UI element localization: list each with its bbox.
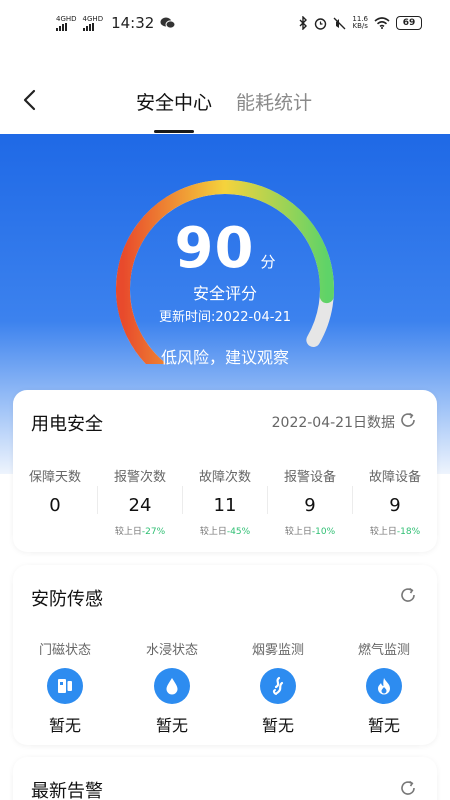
score-display: 90 分	[0, 216, 450, 281]
stat-value: 0	[49, 495, 61, 516]
stat-alarm-count: 报警次数 24 较上日-27%	[98, 466, 182, 537]
clock: 14:32	[111, 14, 155, 32]
sensor-door[interactable]: 门磁状态 暂无	[15, 639, 115, 736]
stat-fault-count: 故障次数 11 较上日-45%	[183, 466, 267, 537]
update-time: 更新时间:2022-04-21	[159, 310, 291, 325]
sensor-status: 暂无	[155, 716, 188, 735]
security-sensor-card: 安防传感 门磁状态 暂无 水浸状态 暂无 烟雾监测 暂无 燃气监测 暂无	[13, 565, 437, 745]
mute-icon	[333, 17, 346, 29]
battery-icon: 69	[396, 16, 422, 30]
compare-prefix: 较上日	[284, 527, 312, 537]
stat-value: 11	[213, 495, 237, 516]
stat-label: 保障天数	[28, 470, 81, 485]
compare-prefix: 较上日	[369, 527, 397, 537]
stat-compare: 较上日-18%	[353, 524, 437, 537]
status-left: 4GHD 4GHD 14:32	[56, 14, 176, 32]
status-bar: 4GHD 4GHD 14:32 11.6 KB/s 69	[0, 0, 450, 46]
nav-bar: 安全中心 能耗统计	[0, 72, 450, 133]
water-drop-icon	[154, 668, 190, 704]
compare-prefix: 较上日	[114, 527, 142, 537]
stat-compare: 较上日-45%	[183, 524, 267, 537]
bluetooth-icon	[299, 16, 308, 30]
stat-value: 9	[304, 495, 316, 516]
sensor-gas[interactable]: 燃气监测 暂无	[334, 639, 434, 736]
stat-label: 故障设备	[368, 470, 421, 485]
sensor-label: 烟雾监测	[251, 643, 304, 658]
refresh-icon[interactable]	[399, 586, 417, 604]
gas-flame-icon	[366, 668, 402, 704]
cellular-signal-2-icon: 4GHD	[82, 14, 104, 31]
signal-1-label: 4GHD	[56, 14, 77, 23]
stat-fault-devices: 故障设备 9 较上日-18%	[353, 466, 437, 537]
score-value: 90	[174, 216, 255, 281]
sensor-status: 暂无	[367, 716, 400, 735]
sensor-water[interactable]: 水浸状态 暂无	[122, 639, 222, 736]
score-label: 安全评分	[192, 284, 257, 303]
tab-active-indicator	[154, 130, 194, 133]
electric-safety-title: 用电安全	[31, 414, 103, 435]
alarm-clock-icon	[315, 17, 327, 30]
refresh-icon[interactable]	[399, 411, 417, 429]
security-sensor-title: 安防传感	[31, 589, 103, 610]
stat-compare: 较上日-27%	[98, 524, 182, 537]
network-speed: 11.6 KB/s	[352, 16, 368, 30]
status-right: 11.6 KB/s 69	[298, 16, 422, 30]
latest-alarm-title: 最新告警	[31, 781, 103, 800]
compare-pct: -18%	[396, 527, 421, 537]
stat-alarm-devices: 报警设备 9 较上日-10%	[268, 466, 352, 537]
door-sensor-icon	[47, 668, 83, 704]
sensor-label: 门磁状态	[38, 643, 91, 658]
stat-label: 报警设备	[283, 470, 336, 485]
stat-value: 24	[128, 495, 152, 516]
compare-prefix: 较上日	[199, 527, 227, 537]
stat-label: 报警次数	[113, 470, 166, 485]
tab-energy-stats[interactable]: 能耗统计	[236, 88, 312, 115]
stat-label: 故障次数	[198, 470, 251, 485]
stat-guarantee-days: 保障天数 0	[13, 466, 97, 516]
sensor-smoke[interactable]: 烟雾监测 暂无	[228, 639, 328, 736]
sensor-label: 水浸状态	[145, 643, 198, 658]
risk-assessment: 低风险，建议观察	[160, 348, 289, 367]
sensor-label: 燃气监测	[357, 643, 410, 658]
signal-2-label: 4GHD	[82, 14, 104, 23]
tab-safety-center[interactable]: 安全中心	[136, 88, 212, 115]
stat-value: 9	[389, 495, 401, 516]
net-speed-unit: KB/s	[352, 22, 368, 30]
wechat-icon	[160, 17, 176, 29]
electric-safety-card: 用电安全 2022-04-21日数据 保障天数 0 报警次数 24 较上日-27…	[13, 390, 437, 552]
wifi-icon	[374, 17, 390, 29]
latest-alarm-card: 最新告警	[13, 757, 437, 800]
stat-compare: 较上日-10%	[268, 524, 352, 537]
back-button[interactable]	[18, 88, 42, 112]
cellular-signal-1-icon: 4GHD	[56, 14, 77, 31]
refresh-icon[interactable]	[399, 779, 417, 797]
score-unit: 分	[260, 253, 276, 271]
sensor-status: 暂无	[48, 716, 81, 735]
smoke-icon	[260, 668, 296, 704]
electric-safety-date: 2022-04-21日数据	[271, 415, 395, 431]
compare-pct: -27%	[141, 527, 166, 537]
compare-pct: -10%	[311, 527, 336, 537]
sensor-status: 暂无	[261, 716, 294, 735]
compare-pct: -45%	[226, 527, 251, 537]
